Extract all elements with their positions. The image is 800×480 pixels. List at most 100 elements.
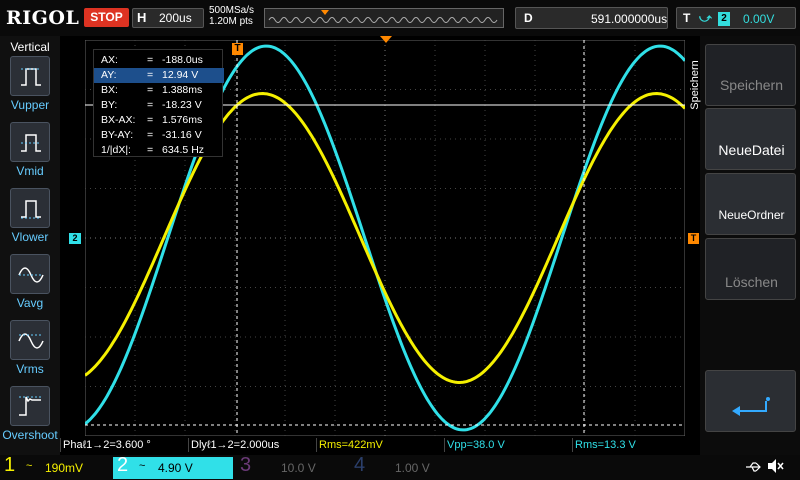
sidebar-title: Vertical — [10, 40, 50, 54]
cursor-readout-equals: = — [147, 69, 154, 81]
ch3-scale: 10.0 V — [281, 461, 316, 475]
meas-ch2-vpp[interactable]: Vpp=38.0 V — [444, 438, 572, 452]
cursor-readout-panel: AX: = -188.0us AY: = 12.94 V BX: = 1.388ms BY: = -1… — [93, 49, 224, 158]
cursor-readout-name: BY-AY: — [101, 129, 134, 141]
vavg-label: Vavg — [16, 296, 44, 310]
ch4-status[interactable]: 4 1.00 V — [350, 454, 460, 479]
ch2-offset-marker[interactable]: 2 — [69, 233, 81, 244]
timebase-label: H — [137, 10, 147, 25]
neuedatei-label: NeueDatei — [718, 142, 785, 158]
vavg-button[interactable]: Vavg — [8, 254, 52, 310]
acquisition-info: 500MSa/s 1.20M pts — [209, 5, 254, 27]
cursor-a-marker: T — [232, 43, 243, 55]
ch2-status[interactable]: 2 ~ 4.90 V — [113, 454, 233, 479]
loeschen-button[interactable]: Löschen — [705, 238, 796, 300]
ch3-status[interactable]: 3 10.0 V — [236, 454, 346, 479]
cursor-readout-value: 634.5 Hz — [162, 144, 205, 156]
delay-value: 591.000000us — [591, 12, 668, 26]
trigger-position-marker — [380, 36, 392, 43]
cursor-readout-equals: = — [147, 144, 154, 156]
overshoot-icon — [19, 396, 43, 416]
ch4-scale: 1.00 V — [395, 461, 430, 475]
cursor-readout-equals: = — [147, 54, 154, 66]
cursor-readout-value: 1.576ms — [162, 114, 203, 126]
vavg-icon — [18, 267, 44, 283]
enter-button[interactable] — [705, 370, 796, 432]
ch4-number: 4 — [354, 454, 366, 476]
run-stop-status[interactable]: STOP — [84, 8, 129, 27]
sample-rate: 500MSa/s — [209, 5, 255, 16]
meas-ch2-rms[interactable]: Rms=13.3 V — [572, 438, 700, 452]
vertical-measure-sidebar: Vertical Vupper Vmid Vlower Vavg Vrms Ov… — [0, 36, 60, 456]
cursor-readout-value: -18.23 V — [162, 99, 202, 111]
vupper-label: Vupper — [10, 98, 50, 112]
ch2-coupling: ~ — [139, 460, 146, 472]
neuedatei-button[interactable]: NeueDatei — [705, 108, 796, 170]
side-menu-title: Speichern — [689, 60, 701, 110]
top-status-bar: RIGOL STOP H 200us 500MSa/s 1.20M pts D … — [0, 0, 800, 36]
vlower-button[interactable]: Vlower — [8, 188, 52, 244]
ch1-scale: 190mV — [45, 461, 84, 475]
cursor-readout-row: 1/|dX|: = 634.5 Hz — [94, 143, 224, 158]
meas-phase[interactable]: Phaℓ1→2=3.600 ° — [60, 438, 188, 452]
delay-box[interactable]: D 591.000000us — [515, 7, 668, 29]
ch3-number: 3 — [240, 454, 252, 476]
cursor-readout-equals: = — [147, 129, 154, 141]
vupper-button[interactable]: Vupper — [8, 56, 52, 112]
cursor-readout-row: BX-AX: = 1.576ms — [94, 113, 224, 128]
cursor-readout-value: 12.94 V — [162, 69, 199, 81]
neueordner-label: NeueOrdner — [718, 208, 785, 222]
overshoot-button[interactable]: Overshoot — [2, 386, 58, 442]
ch2-scale: 4.90 V — [158, 461, 193, 475]
trigger-box[interactable]: T ⤻ 2 0.00V — [676, 7, 796, 29]
delay-label: D — [524, 11, 533, 25]
side-menu-title-text: Speichern — [689, 60, 701, 110]
vlower-label: Vlower — [11, 230, 49, 244]
channel-status-bar: 1 ~ 190mV 2 ~ 4.90 V 3 10.0 V 4 1.00 V — [0, 454, 800, 480]
cursor-readout-value: -188.0us — [162, 54, 203, 66]
speichern-label: Speichern — [719, 77, 784, 93]
cursor-readout-row: AY: = 12.94 V — [94, 68, 224, 83]
cursor-readout-row: BY-AY: = -31.16 V — [94, 128, 224, 143]
cursor-readout-row: AX: = -188.0us — [94, 53, 224, 68]
loeschen-label: Löschen — [725, 274, 778, 290]
cursor-readout-equals: = — [147, 99, 154, 111]
cursor-readout-name: BY: — [101, 99, 118, 111]
ch2-number: 2 — [117, 454, 129, 476]
memory-depth: 1.20M pts — [209, 16, 253, 27]
return-arrow-icon — [732, 397, 770, 416]
timebase-box[interactable]: H 200us — [132, 8, 204, 28]
vmid-button[interactable]: Vmid — [8, 122, 52, 178]
rigol-logo: RIGOL — [6, 7, 80, 29]
memory-waveform-icon — [268, 10, 498, 23]
cursor-readout-name: 1/|dX|: — [101, 144, 131, 156]
ch1-number: 1 — [4, 454, 16, 476]
cursor-readout-value: -31.16 V — [162, 129, 202, 141]
vmid-label: Vmid — [16, 164, 44, 178]
ch1-coupling: ~ — [26, 460, 33, 472]
cursor-readout-name: BX-AX: — [101, 114, 136, 126]
memory-overview-strip[interactable] — [264, 8, 504, 28]
speichern-button[interactable]: Speichern — [705, 44, 796, 106]
cursor-readout-value: 1.388ms — [162, 84, 203, 96]
trigger-level: 0.00V — [743, 12, 775, 26]
trigger-source: 2 — [718, 12, 730, 26]
trigger-level-marker[interactable]: T — [688, 233, 699, 244]
usb-icon — [746, 462, 761, 472]
timebase-value: 200us — [159, 11, 192, 25]
cursor-readout-name: BX: — [101, 84, 118, 96]
cursor-readout-name: AY: — [101, 69, 117, 81]
meas-ch1-rms[interactable]: Rms=422mV — [316, 438, 444, 452]
cursor-readout-row: BY: = -18.23 V — [94, 98, 224, 113]
rising-edge-icon: ⤻ — [699, 11, 712, 25]
measurement-bar: Phaℓ1→2=3.600 ° Dlyℓ1→2=2.000us Rms=422m… — [60, 437, 700, 453]
neueordner-button[interactable]: NeueOrdner — [705, 173, 796, 235]
ch1-status[interactable]: 1 ~ 190mV — [0, 454, 110, 479]
cursor-readout-equals: = — [147, 84, 154, 96]
mute-icon[interactable] — [766, 458, 784, 474]
cursor-readout-name: AX: — [101, 54, 118, 66]
overshoot-label: Overshoot — [2, 428, 58, 442]
vlower-icon — [21, 200, 41, 219]
meas-delay[interactable]: Dlyℓ1→2=2.000us — [188, 438, 316, 452]
vrms-button[interactable]: Vrms — [8, 320, 52, 376]
